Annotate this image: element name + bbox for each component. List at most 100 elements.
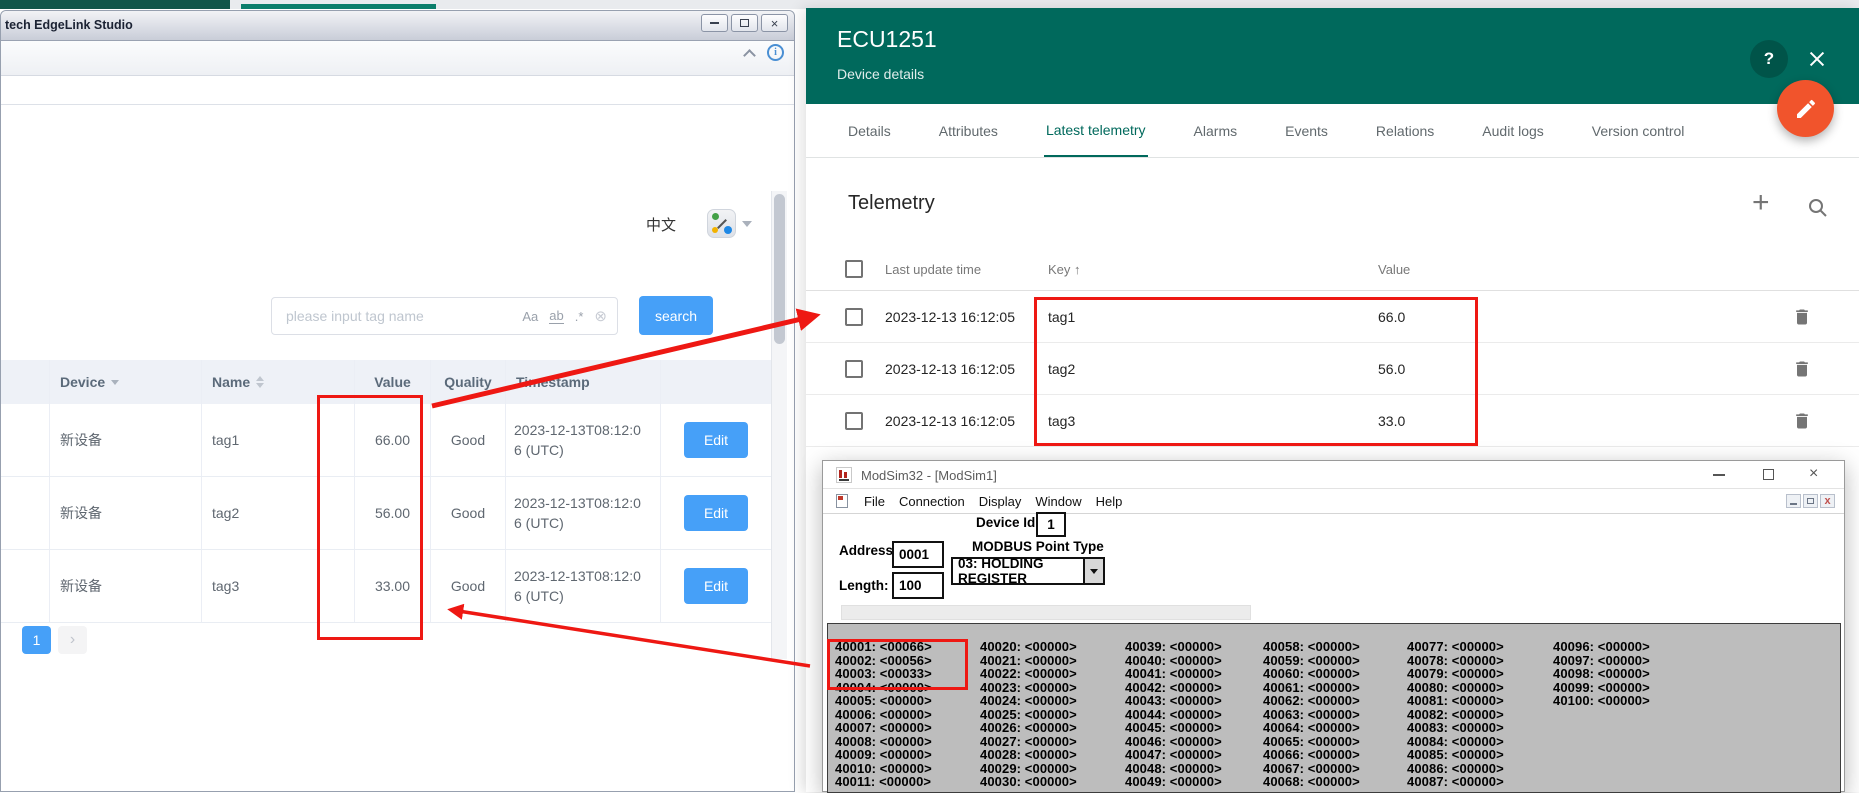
register-entry: 40042: <00000>	[1125, 681, 1222, 695]
row-checkbox[interactable]	[845, 360, 863, 378]
length-input[interactable]: 100	[892, 572, 944, 599]
help-button[interactable]: ?	[1750, 40, 1788, 78]
add-telemetry-button[interactable]: +	[1752, 186, 1770, 220]
tab[interactable]: Alarms	[1192, 104, 1240, 157]
page-1-button[interactable]: 1	[22, 626, 51, 654]
regex-icon[interactable]: .*	[575, 309, 584, 324]
minimize-button[interactable]	[701, 14, 728, 32]
browser-tab-underline	[241, 4, 436, 9]
header-key[interactable]: Key ↑	[1048, 262, 1081, 277]
modsim-menubar: File Connection Display Window Help x	[823, 489, 1844, 514]
select-all-checkbox[interactable]	[845, 260, 863, 278]
dropdown-button[interactable]	[1083, 559, 1103, 583]
device-name-title: ECU1251	[837, 26, 937, 53]
avatar[interactable]	[707, 209, 736, 238]
match-word-icon[interactable]: ab	[549, 308, 563, 324]
tab[interactable]: Attributes	[937, 104, 1000, 157]
tag-search-field: Aa ab .* ⊗	[271, 297, 618, 335]
register-entry: 40064: <00000>	[1263, 721, 1360, 735]
menu-item[interactable]: Help	[1096, 494, 1123, 509]
search-icon[interactable]	[1806, 196, 1830, 220]
menu-item[interactable]: Display	[979, 494, 1022, 509]
delete-icon[interactable]	[1792, 358, 1812, 380]
register-entry: 40082: <00000>	[1407, 708, 1504, 722]
header-name[interactable]: Name	[202, 360, 355, 404]
address-label: Address:	[839, 543, 898, 558]
table-row: 新设备 tag3 33.00 Good 2023-12-13T08:12:06 …	[1, 550, 771, 623]
search-button[interactable]: search	[639, 296, 713, 335]
register-entry: 40022: <00000>	[980, 667, 1077, 681]
chevron-down-icon[interactable]	[742, 221, 752, 227]
tab[interactable]: Version control	[1590, 104, 1687, 157]
cell-last-update-time: 2023-12-13 16:12:05	[885, 309, 1015, 325]
tab[interactable]: Relations	[1374, 104, 1436, 157]
delete-icon[interactable]	[1792, 306, 1812, 328]
header-value[interactable]: Value	[1378, 262, 1410, 277]
language-switch[interactable]: 中文	[646, 214, 676, 235]
cell-last-update-time: 2023-12-13 16:12:05	[885, 361, 1015, 377]
menu-item[interactable]: Window	[1035, 494, 1081, 509]
register-entry: 40066: <00000>	[1263, 748, 1360, 762]
cell-key: tag1	[1048, 309, 1075, 325]
delete-icon[interactable]	[1792, 410, 1812, 432]
register-entry: 40063: <00000>	[1263, 708, 1360, 722]
edgelink-studio-window: tech EdgeLink Studio × i 中文 Aa ab .* ⊗ s…	[0, 10, 795, 792]
register-entry: 40087: <00000>	[1407, 775, 1504, 789]
modsim-window: ModSim32 - [ModSim1] × File Connection D…	[822, 460, 1845, 792]
address-input[interactable]: 0001	[892, 541, 944, 568]
close-icon[interactable]	[1806, 48, 1828, 70]
info-icon[interactable]: i	[767, 44, 784, 61]
edit-button[interactable]: Edit	[684, 568, 748, 604]
close-icon[interactable]: ×	[1809, 465, 1818, 483]
row-checkbox[interactable]	[845, 308, 863, 326]
mdi-restore-button[interactable]	[1803, 494, 1818, 508]
mdi-minimize-button[interactable]	[1786, 494, 1801, 508]
table-row: 新设备 tag1 66.00 Good 2023-12-13T08:12:06 …	[1, 404, 771, 477]
next-page-button[interactable]: ›	[58, 626, 87, 654]
telemetry-section-title: Telemetry	[848, 192, 935, 215]
register-entry: 40025: <00000>	[980, 708, 1077, 722]
register-entry: 40027: <00000>	[980, 735, 1077, 749]
sort-asc-icon: ↑	[1074, 262, 1081, 277]
clear-icon[interactable]: ⊗	[594, 307, 607, 325]
register-column: 40039: <00000>40040: <00000>40041: <0000…	[1125, 640, 1222, 789]
register-entry: 40081: <00000>	[1407, 694, 1504, 708]
scrollbar[interactable]	[771, 191, 787, 659]
telemetry-row: 2023-12-13 16:12:05 tag1 66.0	[806, 291, 1859, 343]
register-entry: 40024: <00000>	[980, 694, 1077, 708]
header-device[interactable]: Device	[50, 360, 202, 404]
close-button[interactable]: ×	[761, 14, 788, 32]
maximize-button[interactable]	[731, 14, 758, 32]
horizontal-scrollbar[interactable]	[841, 605, 1251, 620]
tab[interactable]: Details	[846, 104, 893, 157]
register-entry: 40061: <00000>	[1263, 681, 1360, 695]
modsim-titlebar[interactable]: ModSim32 - [ModSim1] ×	[823, 461, 1844, 489]
register-entry: 40043: <00000>	[1125, 694, 1222, 708]
match-case-icon[interactable]: Aa	[522, 309, 538, 324]
edgelink-window-title: tech EdgeLink Studio	[5, 18, 133, 32]
minimize-icon[interactable]	[1713, 474, 1725, 476]
table-row: 新设备 tag2 56.00 Good 2023-12-13T08:12:06 …	[1, 477, 771, 550]
pencil-icon	[1794, 97, 1818, 121]
maximize-icon[interactable]	[1763, 469, 1774, 480]
register-entry: 40041: <00000>	[1125, 667, 1222, 681]
edgelink-titlebar[interactable]: tech EdgeLink Studio ×	[1, 11, 794, 41]
scrollbar-thumb[interactable]	[774, 194, 785, 344]
tab[interactable]: Events	[1283, 104, 1330, 157]
tab[interactable]: Latest telemetry	[1044, 104, 1148, 157]
point-type-select[interactable]: 03: HOLDING REGISTER	[951, 557, 1105, 585]
tab[interactable]: Audit logs	[1480, 104, 1545, 157]
device-id-input[interactable]: 1	[1036, 512, 1066, 537]
register-entry: 40046: <00000>	[1125, 735, 1222, 749]
menu-item[interactable]: Connection	[899, 494, 965, 509]
header-last-update-time[interactable]: Last update time	[885, 262, 981, 277]
edit-button[interactable]: Edit	[684, 422, 748, 458]
register-entry: 40086: <00000>	[1407, 762, 1504, 776]
edit-fab-button[interactable]	[1777, 80, 1834, 137]
register-entry: 40003: <00033>	[835, 667, 932, 681]
mdi-close-button[interactable]: x	[1820, 494, 1835, 508]
register-entry: 40077: <00000>	[1407, 640, 1504, 654]
menu-item[interactable]: File	[864, 494, 885, 509]
edit-button[interactable]: Edit	[684, 495, 748, 531]
row-checkbox[interactable]	[845, 412, 863, 430]
